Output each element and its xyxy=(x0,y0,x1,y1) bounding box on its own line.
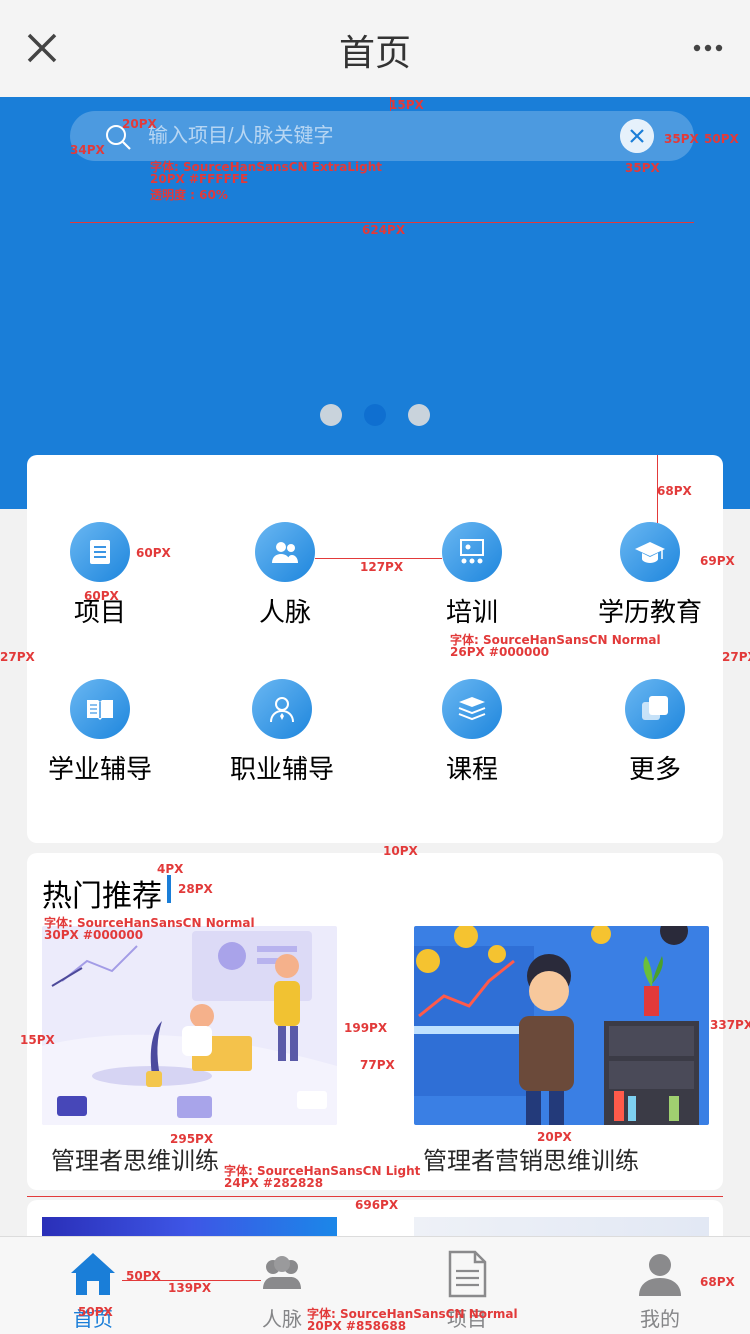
search-bar[interactable] xyxy=(70,111,694,161)
category-label: 培训 xyxy=(445,598,498,628)
category-grid: 项目 人脉 培训 学历教育 学业辅导 职业辅导 课程 更多 xyxy=(27,455,723,843)
category-item-course[interactable]: 课程 xyxy=(392,679,552,786)
search-input[interactable] xyxy=(148,111,618,161)
course-thumbnail[interactable] xyxy=(414,926,709,1125)
carousel-dot[interactable] xyxy=(408,404,430,426)
course-thumbnail[interactable] xyxy=(42,926,337,1125)
category-label: 职业辅导 xyxy=(229,755,334,785)
category-label: 更多 xyxy=(628,755,681,785)
tab-label: 我的 xyxy=(640,1307,680,1331)
list-icon xyxy=(70,522,130,582)
annotation: 24PX #282828 xyxy=(224,1176,324,1190)
tab-home[interactable]: 首页 xyxy=(33,1249,153,1332)
annotation: 69PX xyxy=(700,554,735,568)
carousel-dot[interactable] xyxy=(320,404,342,426)
page: 首页 输入项目/人脉关键字 项目 人脉 培训 学历教育 学业辅导 职业辅导 课程… xyxy=(0,0,750,1334)
annotation: 50PX xyxy=(704,132,739,146)
category-item-education[interactable]: 学历教育 xyxy=(570,522,730,629)
annotation: 20PX #FFFFFE xyxy=(150,172,249,186)
more-icon[interactable] xyxy=(688,30,728,66)
annotation: 295PX xyxy=(170,1132,214,1146)
training-icon xyxy=(442,522,502,582)
annotation: 35PX xyxy=(625,161,660,175)
clear-icon[interactable] xyxy=(620,119,654,153)
annotation: 28PX xyxy=(178,882,213,896)
title-accent-bar xyxy=(167,875,171,903)
contacts-icon xyxy=(263,1256,301,1289)
document-icon xyxy=(448,1250,487,1298)
category-item-project[interactable]: 项目 xyxy=(20,522,180,629)
annotation: 透明度 : 60% xyxy=(150,188,228,202)
category-item-training[interactable]: 培训 xyxy=(392,522,552,629)
annotation: 337PX xyxy=(710,1018,750,1032)
annotation: 77PX xyxy=(360,1058,395,1072)
annotation: 35PX xyxy=(664,132,699,146)
annotation: 696PX xyxy=(355,1198,399,1212)
annotation-line xyxy=(315,558,442,559)
annotation: 20PX xyxy=(122,117,157,131)
annotation: 50PX xyxy=(78,1305,113,1319)
annotation: 26PX #000000 xyxy=(450,645,550,659)
profile-icon xyxy=(639,1254,681,1296)
page-title: 首页 xyxy=(338,33,411,74)
tab-profile[interactable]: 我的 xyxy=(600,1249,720,1332)
annotation-line xyxy=(27,1196,723,1197)
annotation: 127PX xyxy=(360,560,404,574)
people-icon xyxy=(255,522,315,582)
annotation: 199PX xyxy=(344,1021,388,1035)
annotation: 30PX #000000 xyxy=(44,928,144,942)
stack-books-icon xyxy=(442,679,502,739)
category-item-career[interactable]: 职业辅导 xyxy=(202,679,362,786)
carousel-dot-active[interactable] xyxy=(364,404,386,426)
annotation: 4PX xyxy=(157,862,184,876)
annotation: 68PX xyxy=(657,484,692,498)
nav-bar: 首页 xyxy=(0,0,750,97)
course-title: 管理者营销思维训练 xyxy=(423,1147,639,1175)
annotation: 27PX xyxy=(722,650,750,664)
annotation: 624PX xyxy=(362,223,406,237)
category-label: 人脉 xyxy=(258,598,311,628)
category-label: 学业辅导 xyxy=(47,755,152,785)
category-item-tutoring[interactable]: 学业辅导 xyxy=(20,679,180,786)
carousel-dots xyxy=(0,404,750,426)
annotation: 139PX xyxy=(168,1281,212,1295)
book-icon xyxy=(70,679,130,739)
annotation: 15PX xyxy=(389,98,424,112)
annotation: 60PX xyxy=(136,546,171,560)
section-title: 热门推荐 xyxy=(42,879,162,914)
category-item-contacts[interactable]: 人脉 xyxy=(205,522,365,629)
graduation-cap-icon xyxy=(620,522,680,582)
category-label: 学历教育 xyxy=(597,598,702,628)
category-label: 课程 xyxy=(445,755,498,785)
annotation: 34PX xyxy=(70,143,105,157)
annotation: 68PX xyxy=(700,1275,735,1289)
category-item-more[interactable]: 更多 xyxy=(575,679,735,786)
annotation: 60PX xyxy=(84,589,119,603)
annotation: 20PX #858688 xyxy=(307,1319,407,1333)
career-person-icon xyxy=(252,679,312,739)
more-squares-icon xyxy=(625,679,685,739)
annotation: 15PX xyxy=(20,1033,55,1047)
home-icon xyxy=(71,1253,115,1295)
annotation: 27PX xyxy=(0,650,35,664)
annotation: 20PX xyxy=(537,1130,572,1144)
annotation: 10PX xyxy=(383,844,418,858)
